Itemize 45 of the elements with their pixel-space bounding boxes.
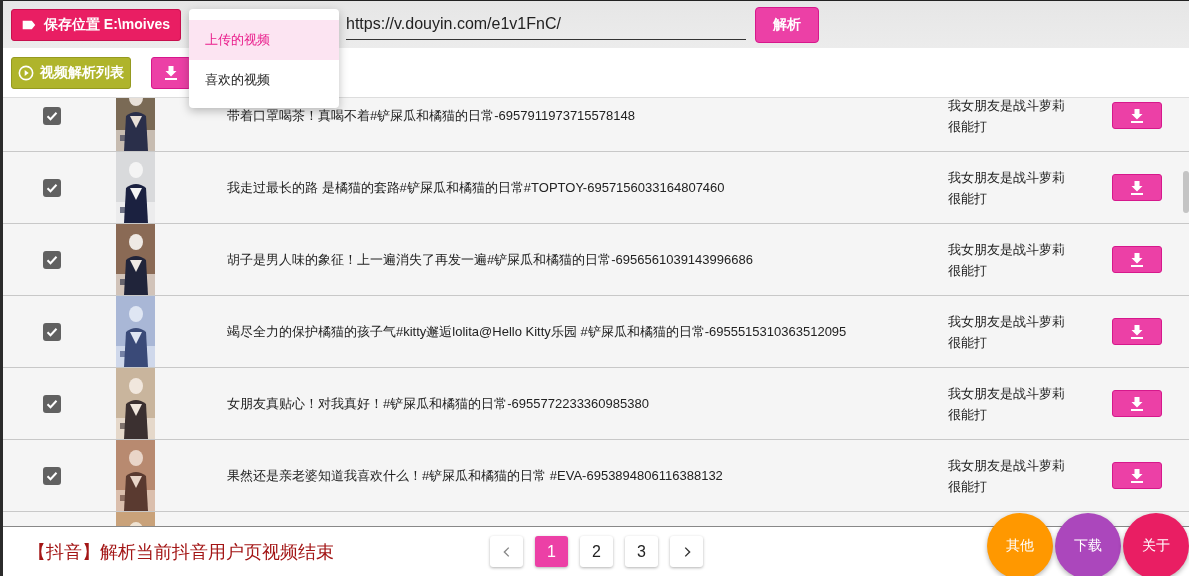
download-icon [1129,395,1145,412]
video-list-button[interactable]: 视频解析列表 [11,56,131,89]
video-title: 胡子是男人味的象征！上一遍消失了再发一遍#铲屎瓜和橘猫的日常-6956561039143996686 [227,251,753,267]
download-button[interactable] [1112,462,1162,489]
video-title: 竭尽全力的保护橘猫的孩子气#kitty邂逅lolita@Hello Kitty乐园 #铲屎瓜和橘猫的日常-6955515310363512095 [227,323,847,339]
download-icon [163,64,179,81]
video-title: 带着口罩喝茶！真喝不着#铲屎瓜和橘猫的日常-6957911973715578148 [227,107,635,123]
parse-button[interactable]: 解析 [755,6,819,43]
author-name: 我女朋友是战斗萝莉很能打 [948,241,1065,278]
download-icon [1129,323,1145,340]
download-all-button[interactable] [151,56,191,89]
checkbox[interactable] [43,106,61,125]
download-icon [1129,467,1145,484]
author-name: 我女朋友是战斗萝莉很能打 [948,313,1065,350]
video-title: 我走过最长的路 是橘猫的套路#铲屎瓜和橘猫的日常#TOPTOY-6957156033164807460 [227,179,725,195]
save-location-button[interactable]: 保存位置 E:\moives [11,8,181,41]
download-button[interactable] [1112,390,1162,417]
checkbox[interactable] [43,394,61,413]
checkbox[interactable] [43,466,61,485]
checkbox[interactable] [43,322,61,341]
download-button[interactable] [1112,174,1162,201]
author-name: 我女朋友是战斗萝莉很能打 [948,98,1065,134]
download-icon [1129,251,1145,268]
author-name: 我女朋友是战斗萝莉很能打 [948,457,1065,494]
menu-item[interactable]: 喜欢的视频 [189,60,339,100]
author-name: 我女朋友是战斗萝莉很能打 [948,385,1065,422]
download-button[interactable] [1112,102,1162,129]
action-button[interactable]: 下载 [1055,513,1121,576]
menu-item[interactable]: 上传的视频 [189,20,339,60]
scrollbar-thumb[interactable] [1183,171,1189,213]
video-title: 果然还是亲老婆知道我喜欢什么！#铲屎瓜和橘猫的日常 #EVA-6953894806116388132 [227,467,723,483]
action-button[interactable]: 关于 [1123,513,1189,576]
checkbox[interactable] [43,250,61,269]
download-button[interactable] [1112,318,1162,345]
download-button[interactable] [1112,246,1162,273]
download-icon [1129,107,1145,124]
download-icon [1129,179,1145,196]
page-button[interactable]: 2 [580,536,613,567]
url-field[interactable]: https://v.douyin.com/e1v1FnC/ [346,9,746,40]
author-name: 我女朋友是战斗萝莉很能打 [948,169,1065,206]
checkbox[interactable] [43,178,61,197]
status-message: 【抖音】解析当前抖音用户页视频结束 [28,540,335,564]
page-button[interactable]: 3 [625,536,658,567]
page-button[interactable]: 1 [535,536,568,567]
video-title: 女朋友真贴心！对我真好！#铲屎瓜和橘猫的日常-6955772233360985380 [227,395,649,411]
